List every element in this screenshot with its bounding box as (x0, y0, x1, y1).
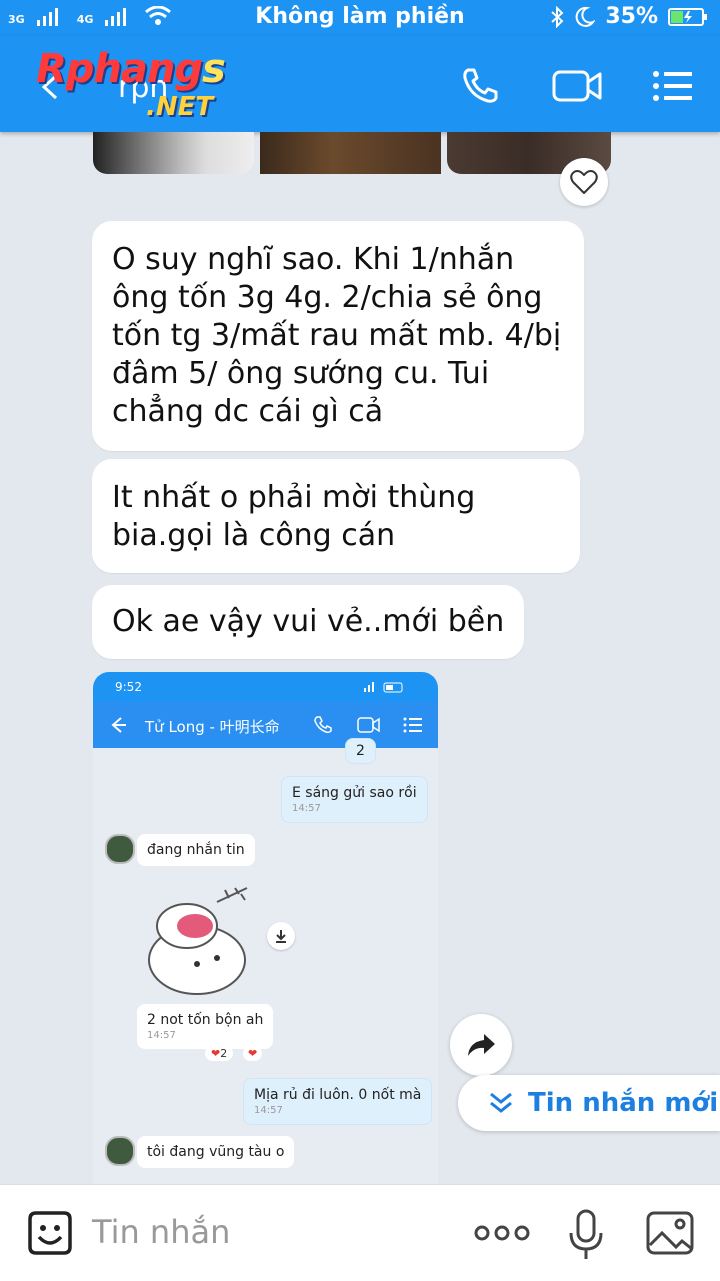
download-icon (276, 930, 286, 943)
embedded-message: Mịa rủ đi luôn. 0 nốt mà 14:57 (243, 1078, 433, 1125)
new-messages-label: Tin nhắn mới (528, 1088, 719, 1118)
video-icon (552, 70, 602, 102)
embedded-header: Tử Long - 叶明长命 (93, 702, 438, 748)
logo-text: Rphang (36, 46, 203, 92)
message-bubble[interactable]: Ok ae vậy vui vẻ..mới bền (92, 585, 525, 659)
heart-reaction-icon: ❤ (211, 1047, 221, 1060)
embedded-message: đang nhắn tin (137, 834, 255, 866)
watermark-logo: Rphangs .NET (36, 46, 226, 122)
message-bubble[interactable]: O suy nghĩ sao. Khi 1/nhắn ông tốn 3g 4g… (92, 221, 584, 451)
embedded-message-text: Mịa rủ đi luôn. 0 nốt mà (254, 1087, 422, 1103)
message-input[interactable]: Tin nhắn (92, 1213, 230, 1251)
embedded-message: 2 (345, 738, 376, 764)
message-text: O suy nghĩ sao. Khi 1/nhắn ông tốn 3g 4g… (112, 242, 562, 429)
sticker-image (148, 887, 248, 995)
embedded-message-time: 14:57 (292, 803, 321, 814)
chat-header: rpn Rphangs .NET (0, 36, 720, 132)
logo-subtext: .NET (146, 92, 214, 122)
message-text: It nhất o phải mời thùng bia.gọi là công… (112, 480, 476, 553)
photo-thumbnail[interactable] (93, 132, 254, 174)
embedded-menu-icon (403, 717, 422, 733)
embedded-time: 9:52 (115, 680, 142, 694)
photo-grid (93, 132, 611, 174)
embedded-avatar (105, 1136, 135, 1166)
embedded-message-time: 14:57 (254, 1105, 283, 1116)
embedded-battery-icon (364, 682, 403, 693)
call-button[interactable] (458, 64, 502, 108)
embedded-message: E sáng gửi sao rồi 14:57 (281, 776, 428, 823)
download-button[interactable] (267, 922, 295, 950)
voice-button[interactable] (566, 1207, 606, 1261)
battery-icon (668, 7, 707, 26)
embedded-message-time: 14:57 (147, 1030, 176, 1041)
forward-icon (468, 1034, 495, 1056)
composer-bar: Tin nhắn (0, 1184, 720, 1281)
embedded-status-bar: 9:52 (93, 672, 438, 702)
emoji-icon (28, 1211, 72, 1255)
image-message[interactable]: 9:52 Tử Long - 叶明长命 2 E sáng gửi sao rồi… (93, 672, 438, 1184)
image-icon (646, 1211, 694, 1255)
forward-button[interactable] (450, 1014, 512, 1076)
embedded-phone-icon (314, 716, 332, 734)
image-button[interactable] (646, 1211, 694, 1255)
heart-icon (570, 170, 598, 194)
new-messages-button[interactable]: Tin nhắn mới (458, 1075, 720, 1131)
photo-thumbnail[interactable] (260, 132, 441, 174)
embedded-message-text: E sáng gửi sao rồi (292, 785, 417, 801)
message-bubble[interactable]: It nhất o phải mời thùng bia.gọi là công… (92, 459, 580, 573)
video-call-button[interactable] (552, 64, 604, 108)
more-button[interactable] (474, 1221, 530, 1245)
reaction-count: 2 (220, 1047, 228, 1060)
embedded-message-text: đang nhắn tin (147, 842, 245, 858)
embedded-video-icon (357, 717, 380, 733)
moon-icon (575, 6, 596, 27)
embedded-contact-name: Tử Long - 叶明长命 (145, 718, 280, 736)
status-right: 35% (549, 4, 708, 29)
battery-percent: 35% (605, 4, 658, 29)
reaction-badge: ❤2 (205, 1046, 234, 1061)
double-chevron-down-icon (490, 1092, 512, 1113)
embedded-message: 2 not tốn bộn ah 14:57 (137, 1004, 274, 1049)
options-button[interactable] (650, 64, 694, 108)
menu-icon (653, 71, 692, 101)
embedded-chat-body: 2 E sáng gửi sao rồi 14:57 đang nhắn tin… (93, 738, 438, 1184)
react-button-small: ❤ (243, 1046, 263, 1061)
emoji-button[interactable] (26, 1209, 74, 1257)
logo-text-suffix: s (202, 46, 226, 92)
heart-icon: ❤ (248, 1047, 258, 1060)
embedded-message-text: 2 not tốn bộn ah (147, 1012, 264, 1028)
more-dots-icon (474, 1225, 530, 1241)
status-bar: 3G 4G Không làm phiền 35% (0, 0, 720, 36)
embedded-message-text: 2 (356, 743, 365, 759)
microphone-icon (569, 1209, 603, 1259)
message-text: Ok ae vậy vui vẻ..mới bền (112, 604, 505, 639)
react-button[interactable] (560, 158, 608, 206)
embedded-back-icon (111, 717, 126, 733)
embedded-message-text: tôi đang vũng tàu o (147, 1144, 285, 1160)
embedded-avatar (105, 834, 135, 864)
bluetooth-icon (551, 5, 564, 28)
phone-icon (463, 68, 498, 103)
embedded-message: tôi đang vũng tàu o (137, 1136, 295, 1168)
